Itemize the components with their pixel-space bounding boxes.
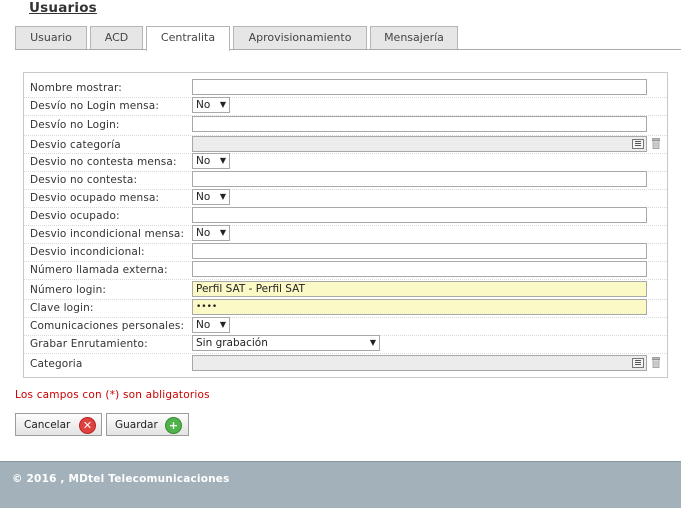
desvio-ocupado-mensa-value: No [196, 191, 211, 203]
cancel-button[interactable]: Cancelar ✕ [15, 413, 102, 436]
save-button-label: Guardar [115, 419, 158, 431]
row-desvio-ocupado-mensa: Desvio ocupado mensa: No ▼ [24, 189, 667, 208]
save-plus-icon: + [165, 417, 182, 434]
grabar-enrutamiento-label: Grabar Enrutamiento: [30, 338, 148, 350]
dropdown-arrow-icon: ▼ [369, 338, 376, 347]
centralita-form-panel: Nombre mostrar: Desvío no Login mensa: N… [23, 72, 668, 378]
desvio-ocupado-input[interactable] [192, 207, 647, 223]
nombre-mostrar-input[interactable] [192, 79, 647, 95]
required-fields-note: Los campos con (*) son abligatorios [15, 389, 210, 401]
grabar-enrutamiento-select[interactable]: Sin grabación ▼ [192, 335, 380, 351]
categoria-input [192, 355, 647, 371]
desvio-no-login-mensa-value: No [196, 99, 211, 111]
desvio-no-contesta-input[interactable] [192, 171, 647, 187]
dropdown-arrow-icon: ▼ [219, 192, 226, 201]
numero-login-label: Número login: [30, 284, 107, 296]
numero-login-input[interactable]: Perfil SAT - Perfil SAT [192, 281, 647, 297]
categoria-label: Categoria [30, 358, 83, 370]
comunicaciones-personales-label: Comunicaciones personales: [30, 320, 185, 332]
row-desvio-ocupado: Desvio ocupado: [24, 207, 667, 226]
desvio-no-contesta-mensa-label: Desvio no contesta mensa: [30, 156, 177, 168]
cancel-button-label: Cancelar [24, 419, 71, 431]
desvio-no-contesta-label: Desvio no contesta: [30, 174, 138, 186]
numero-llamada-externa-label: Número llamada externa: [30, 264, 168, 276]
row-numero-llamada-externa: Número llamada externa: [24, 261, 667, 280]
list-picker-icon[interactable] [632, 358, 644, 368]
row-desvio-incondicional-mensa: Desvio incondicional mensa: No ▼ [24, 225, 667, 244]
row-desvio-categoria: Desvio categoría [24, 135, 667, 154]
comunicaciones-personales-select[interactable]: No ▼ [192, 317, 230, 333]
nombre-mostrar-label: Nombre mostrar: [30, 82, 122, 94]
row-categoria: Categoria [24, 354, 667, 372]
desvio-no-login-mensa-select[interactable]: No ▼ [192, 97, 230, 113]
dropdown-arrow-icon: ▼ [219, 156, 226, 165]
row-desvio-no-login-mensa: Desvío no Login mensa: No ▼ [24, 97, 667, 116]
desvio-incondicional-label: Desvio incondicional: [30, 246, 145, 258]
tab-bar: Usuario ACD Centralita Aprovisionamiento… [15, 26, 681, 51]
trash-icon[interactable] [652, 357, 660, 368]
row-clave-login: Clave login: •••• [24, 299, 667, 318]
clave-login-label: Clave login: [30, 302, 94, 314]
row-desvio-no-contesta-mensa: Desvio no contesta mensa: No ▼ [24, 153, 667, 172]
footer: © 2016 , MDtel Telecomunicaciones [0, 461, 681, 508]
tab-acd[interactable]: ACD [90, 26, 143, 49]
trash-icon[interactable] [652, 138, 660, 149]
tab-underline [15, 49, 681, 50]
tab-usuario[interactable]: Usuario [15, 26, 87, 49]
desvio-categoria-input [192, 136, 647, 152]
desvio-no-contesta-mensa-value: No [196, 155, 211, 167]
desvio-incondicional-mensa-label: Desvio incondicional mensa: [30, 228, 185, 240]
desvio-incondicional-mensa-value: No [196, 227, 211, 239]
desvio-categoria-label: Desvio categoría [30, 139, 121, 151]
desvio-incondicional-input[interactable] [192, 243, 647, 259]
tab-mensajeria[interactable]: Mensajería [370, 26, 458, 49]
tab-centralita[interactable]: Centralita [146, 26, 230, 51]
row-numero-login: Número login: Perfil SAT - Perfil SAT [24, 281, 667, 300]
row-grabar-enrutamiento: Grabar Enrutamiento: Sin grabación ▼ [24, 335, 667, 354]
desvio-no-login-mensa-label: Desvío no Login mensa: [30, 100, 160, 112]
list-picker-icon[interactable] [632, 139, 644, 149]
row-nombre-mostrar: Nombre mostrar: [24, 79, 667, 98]
dropdown-arrow-icon: ▼ [219, 100, 226, 109]
row-desvio-incondicional: Desvio incondicional: [24, 243, 667, 262]
desvio-no-login-label: Desvío no Login: [30, 119, 120, 131]
row-comunicaciones-personales: Comunicaciones personales: No ▼ [24, 317, 667, 336]
desvio-ocupado-mensa-label: Desvio ocupado mensa: [30, 192, 160, 204]
cancel-x-icon: ✕ [79, 417, 96, 434]
desvio-no-login-input[interactable] [192, 116, 647, 132]
footer-copyright: © 2016 , MDtel Telecomunicaciones [12, 473, 230, 485]
grabar-enrutamiento-value: Sin grabación [196, 337, 268, 349]
page-title: Usuarios [29, 0, 97, 16]
clave-login-input[interactable]: •••• [192, 299, 647, 315]
desvio-ocupado-label: Desvio ocupado: [30, 210, 120, 222]
dropdown-arrow-icon: ▼ [219, 320, 226, 329]
desvio-ocupado-mensa-select[interactable]: No ▼ [192, 189, 230, 205]
save-button[interactable]: Guardar + [106, 413, 189, 436]
numero-llamada-externa-input[interactable] [192, 261, 647, 277]
desvio-incondicional-mensa-select[interactable]: No ▼ [192, 225, 230, 241]
comunicaciones-personales-value: No [196, 319, 211, 331]
tab-aprovisionamiento[interactable]: Aprovisionamiento [233, 26, 367, 49]
dropdown-arrow-icon: ▼ [219, 228, 226, 237]
row-desvio-no-login: Desvío no Login: [24, 115, 667, 136]
desvio-no-contesta-mensa-select[interactable]: No ▼ [192, 153, 230, 169]
row-desvio-no-contesta: Desvio no contesta: [24, 171, 667, 190]
